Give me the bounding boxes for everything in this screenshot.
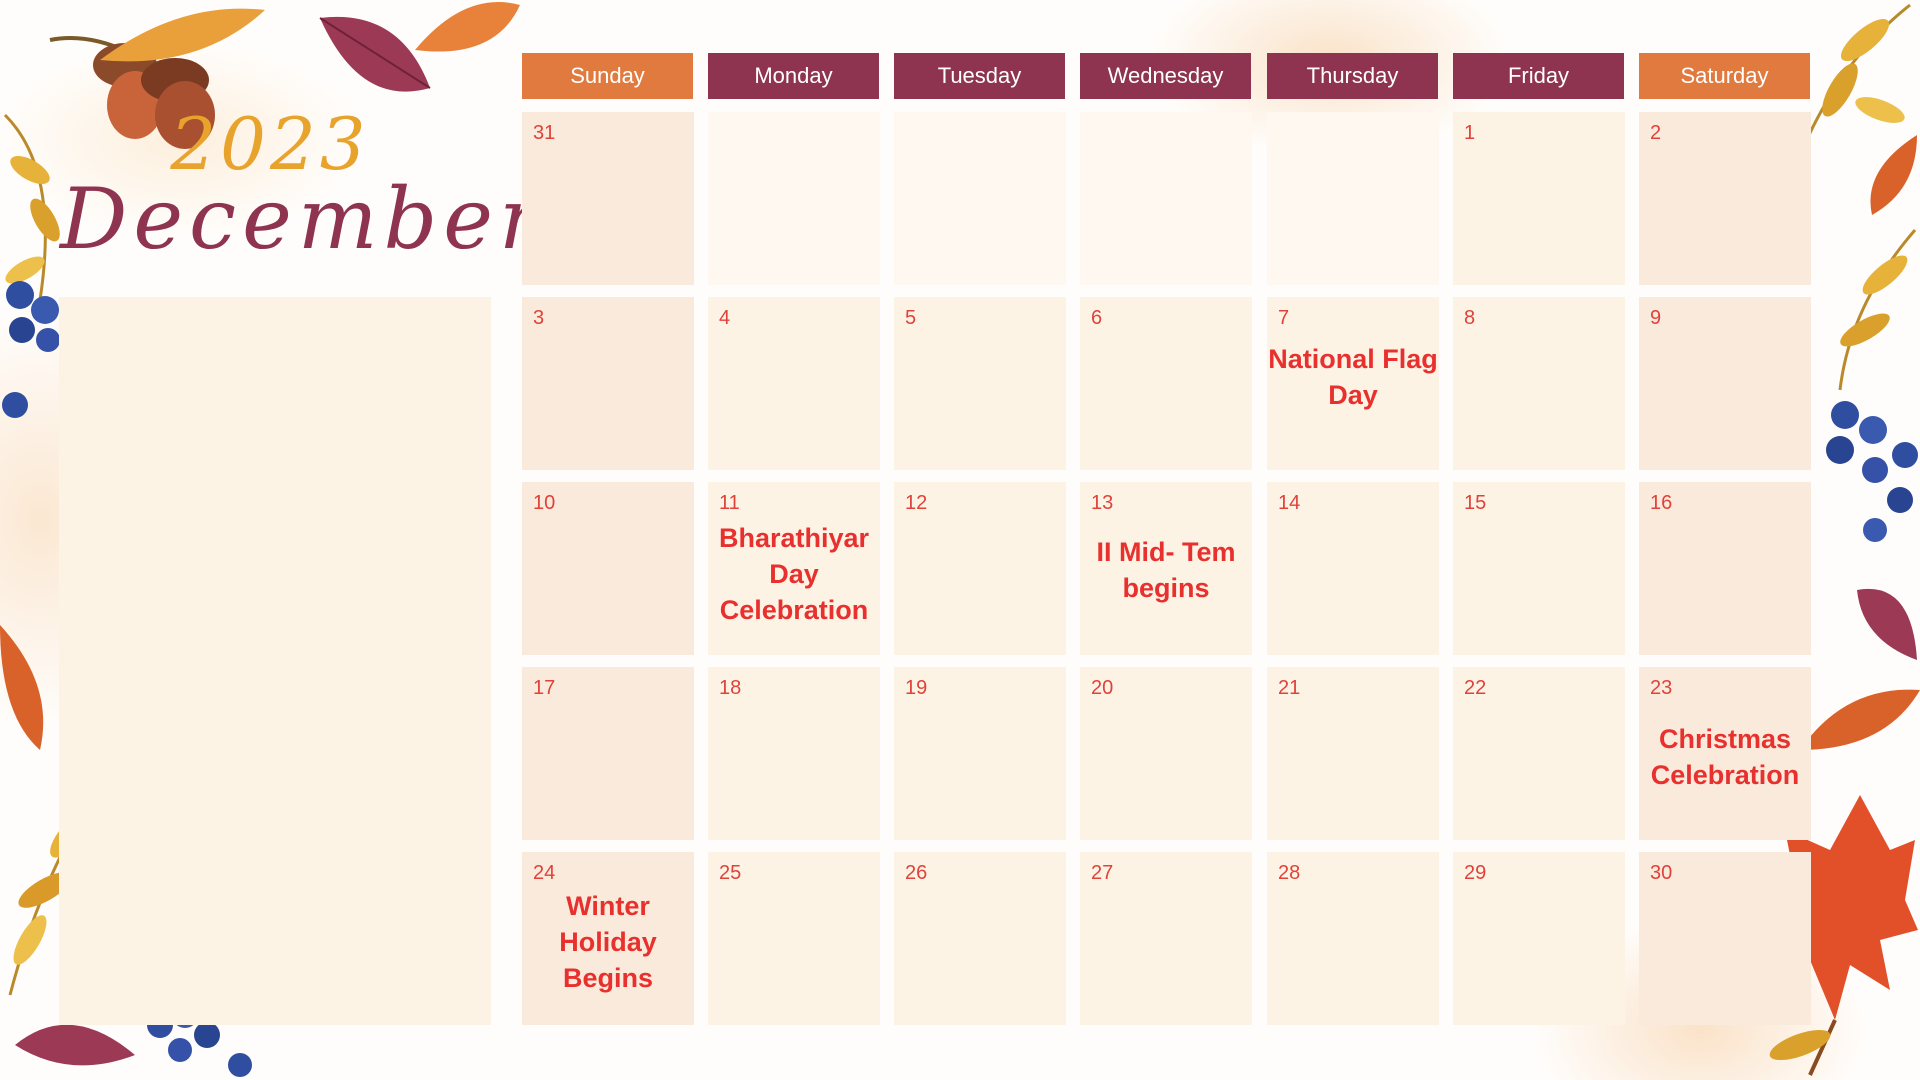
day-number: 15: [1464, 492, 1487, 514]
berries-icon: [1826, 401, 1918, 542]
day-cell-4[interactable]: 4: [708, 297, 880, 470]
day-number: 30: [1650, 862, 1673, 884]
day-cell-30[interactable]: 30: [1639, 852, 1811, 1025]
event-label: National Flag Day: [1268, 344, 1438, 410]
day-cell-27[interactable]: 27: [1080, 852, 1252, 1025]
day-cell-22[interactable]: 22: [1453, 667, 1625, 840]
day-number: 24: [533, 862, 556, 884]
day-cell-5[interactable]: 5: [894, 297, 1066, 470]
leaf-icon: [0, 625, 44, 750]
day-cell-28[interactable]: 28: [1267, 852, 1439, 1025]
day-cell-24[interactable]: 24 Winter Holiday Begins: [522, 852, 694, 1025]
day-cell-20[interactable]: 20: [1080, 667, 1252, 840]
day-number: 5: [905, 307, 917, 329]
day-number: 16: [1650, 492, 1673, 514]
day-cell-10[interactable]: 10: [522, 482, 694, 655]
day-cell-9[interactable]: 9: [1639, 297, 1811, 470]
day-cell-empty[interactable]: [708, 112, 880, 285]
day-number: 9: [1650, 307, 1662, 329]
weekday-header-monday: Monday: [708, 53, 879, 99]
day-number: 14: [1278, 492, 1301, 514]
day-cell-25[interactable]: 25: [708, 852, 880, 1025]
day-cell-1[interactable]: 1: [1453, 112, 1625, 285]
day-number: 29: [1464, 862, 1487, 884]
day-cell-23[interactable]: 23 Christmas Celebration: [1639, 667, 1811, 840]
event-label: Bharathiyar Day Celebration: [718, 523, 870, 625]
day-cell-14[interactable]: 14: [1267, 482, 1439, 655]
day-number: 18: [719, 677, 742, 699]
day-number: 31: [533, 122, 556, 144]
day-cell-13[interactable]: 13 II Mid- Tem begins: [1080, 482, 1252, 655]
day-cell-7[interactable]: 7 National Flag Day: [1267, 297, 1439, 470]
day-number: 12: [905, 492, 928, 514]
day-number: 27: [1091, 862, 1114, 884]
day-cell-empty[interactable]: [894, 112, 1066, 285]
weekday-header-wednesday: Wednesday: [1080, 53, 1251, 99]
day-cell-12[interactable]: 12: [894, 482, 1066, 655]
day-number: 21: [1278, 677, 1301, 699]
day-cell-11[interactable]: 11 Bharathiyar Day Celebration: [708, 482, 880, 655]
leaf-icon: [1870, 135, 1917, 215]
day-number: 13: [1091, 492, 1114, 514]
day-number: 17: [533, 677, 556, 699]
day-cell-2[interactable]: 2: [1639, 112, 1811, 285]
event-label: II Mid- Tem begins: [1096, 537, 1236, 603]
day-cell-8[interactable]: 8: [1453, 297, 1625, 470]
day-number: 28: [1278, 862, 1301, 884]
day-number: 7: [1278, 307, 1290, 329]
weekday-header-friday: Friday: [1453, 53, 1624, 99]
day-cell-6[interactable]: 6: [1080, 297, 1252, 470]
day-number: 23: [1650, 677, 1673, 699]
day-cell-26[interactable]: 26: [894, 852, 1066, 1025]
day-number: 8: [1464, 307, 1476, 329]
day-number: 6: [1091, 307, 1103, 329]
day-number: 1: [1464, 122, 1476, 144]
notes-panel[interactable]: [59, 297, 491, 1025]
day-number: 19: [905, 677, 928, 699]
leaf-icon: [1857, 588, 1917, 660]
calendar-month: December: [60, 170, 546, 268]
event-label: Christmas Celebration: [1650, 724, 1800, 790]
leaf-icon: [100, 8, 265, 62]
leaf-icon: [1838, 229, 1917, 391]
day-cell-18[interactable]: 18: [708, 667, 880, 840]
day-cell-empty[interactable]: [1267, 112, 1439, 285]
day-number: 25: [719, 862, 742, 884]
day-cell-29[interactable]: 29: [1453, 852, 1625, 1025]
event-label: Winter Holiday Begins: [559, 891, 657, 993]
day-number: 2: [1650, 122, 1662, 144]
day-cell-15[interactable]: 15: [1453, 482, 1625, 655]
day-cell-21[interactable]: 21: [1267, 667, 1439, 840]
day-number: 11: [719, 492, 740, 514]
day-cell-empty[interactable]: [1080, 112, 1252, 285]
leaf-icon: [1800, 689, 1920, 750]
day-cell-16[interactable]: 16: [1639, 482, 1811, 655]
calendar-page: 2023 December Sunday Monday Tuesday Wednesd…: [0, 0, 1920, 1080]
weekday-header-tuesday: Tuesday: [894, 53, 1065, 99]
leaf-icon: [415, 2, 520, 52]
day-cell-31[interactable]: 31: [522, 112, 694, 285]
day-number: 10: [533, 492, 556, 514]
day-number: 26: [905, 862, 928, 884]
day-number: 3: [533, 307, 545, 329]
day-number: 20: [1091, 677, 1114, 699]
weekday-header-saturday: Saturday: [1639, 53, 1810, 99]
day-cell-19[interactable]: 19: [894, 667, 1066, 840]
day-number: 4: [719, 307, 731, 329]
weekday-header-sunday: Sunday: [522, 53, 693, 99]
day-number: 22: [1464, 677, 1487, 699]
day-cell-17[interactable]: 17: [522, 667, 694, 840]
weekday-header-thursday: Thursday: [1267, 53, 1438, 99]
day-cell-3[interactable]: 3: [522, 297, 694, 470]
